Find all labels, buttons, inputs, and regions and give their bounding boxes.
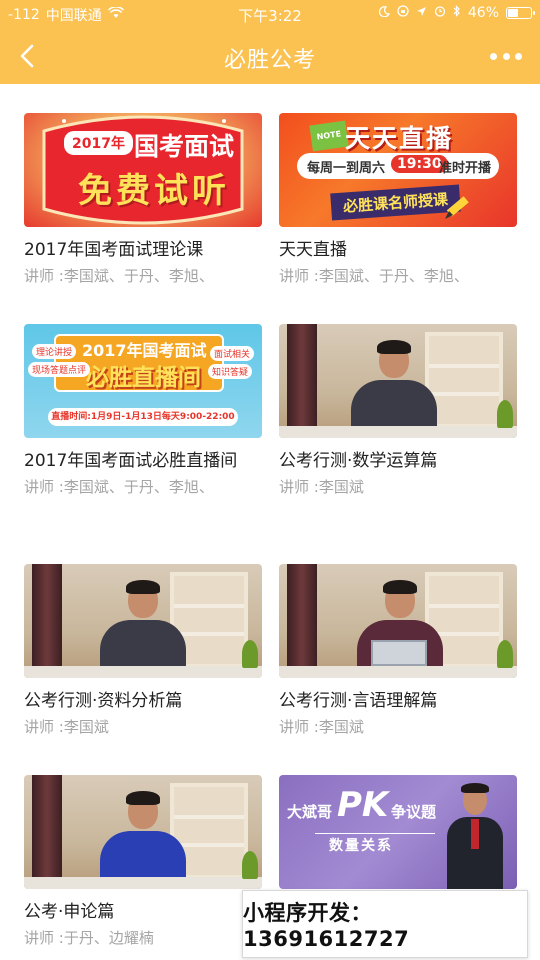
battery-icon <box>506 7 535 19</box>
battery-percent: 46% <box>467 5 499 21</box>
banner-tag: 面试相关 <box>209 346 254 361</box>
course-card[interactable]: 2017年国考面试 必胜直播间 理论讲授 现场答题点评 面试相关 知识答疑 直播… <box>24 324 262 498</box>
banner-text: PK <box>337 785 389 825</box>
course-thumbnail[interactable]: 2017年国考面试 必胜直播间 理论讲授 现场答题点评 面试相关 知识答疑 直播… <box>24 324 262 438</box>
page-title: 必胜公考 <box>223 48 316 73</box>
banner-tag: 知识答疑 <box>207 364 252 379</box>
course-teacher: 讲师 :于丹、边耀楠 <box>24 929 154 947</box>
course-teacher: 讲师 :李国斌、于丹、李旭、 <box>279 267 469 285</box>
course-card[interactable]: 大斌哥 PK 争议题 数量关系 <box>279 775 517 889</box>
banner-text: 国考面试 <box>134 132 235 161</box>
course-card[interactable]: NOTE 天天直播 每周一到周六 19:30 准时开播 必胜课名师授课 天天直播… <box>279 113 517 287</box>
banner-text: 大斌哥 <box>287 803 333 821</box>
banner-text: 争议题 <box>391 803 437 821</box>
course-card[interactable]: 2017年 国考面试 免费试听 2017年国考面试理论课 讲师 :李国斌、于丹、… <box>24 113 262 287</box>
course-thumbnail[interactable] <box>24 564 262 678</box>
dot-icon <box>490 52 497 60</box>
course-title[interactable]: 公考·申论篇 <box>24 899 262 925</box>
location-icon <box>416 5 427 21</box>
banner-note-tag: NOTE <box>309 120 349 152</box>
course-title[interactable]: 2017年国考面试理论课 <box>24 237 262 263</box>
course-title[interactable]: 天天直播 <box>279 237 517 263</box>
banner-tag: 理论讲授 <box>32 344 77 359</box>
course-teacher: 讲师 :李国斌、于丹、李旭、 <box>24 478 214 496</box>
banner-text: 天天直播 <box>345 124 454 153</box>
banner-tag: 现场答题点评 <box>28 362 91 377</box>
pencil-icon <box>445 196 469 219</box>
bluetooth-icon <box>453 5 461 21</box>
alarm-icon <box>434 5 446 21</box>
banner-text: 准时开播 <box>439 161 492 176</box>
contact-watermark: 小程序开发：13691612727 <box>242 890 528 958</box>
course-card[interactable]: 公考行测·言语理解篇 讲师 :李国斌 <box>279 564 517 738</box>
top-header: -112 中国联通 下午3:22 46% 必胜公考 <box>0 0 540 84</box>
banner-text: 数量关系 <box>329 838 393 854</box>
course-thumbnail[interactable] <box>279 564 517 678</box>
moon-icon <box>378 5 390 21</box>
course-card[interactable]: 公考行测·数学运算篇 讲师 :李国斌 <box>279 324 517 498</box>
course-card[interactable]: 公考行测·资料分析篇 讲师 :李国斌 <box>24 564 262 738</box>
course-title[interactable]: 公考行测·资料分析篇 <box>24 688 262 714</box>
status-bar: -112 中国联通 下午3:22 46% <box>0 0 540 28</box>
course-thumbnail[interactable]: 2017年 国考面试 免费试听 <box>24 113 262 227</box>
course-thumbnail[interactable]: NOTE 天天直播 每周一到周六 19:30 准时开播 必胜课名师授课 <box>279 113 517 227</box>
course-title[interactable]: 公考行测·言语理解篇 <box>279 688 517 714</box>
course-title[interactable]: 2017年国考面试必胜直播间 <box>24 448 262 474</box>
course-title[interactable]: 公考行测·数学运算篇 <box>279 448 517 474</box>
course-thumbnail[interactable] <box>279 324 517 438</box>
more-options-button[interactable] <box>490 44 522 68</box>
banner-text: 必胜课名师授课 <box>330 184 461 221</box>
nav-bar: 必胜公考 <box>0 28 540 84</box>
banner-badge: 2017年 <box>64 131 133 155</box>
banner-text: 必胜直播间 <box>86 365 201 391</box>
banner-date: 直播时间:1月9日-1月13日每天9:00-22:00 <box>48 408 238 426</box>
course-thumbnail[interactable] <box>24 775 262 889</box>
course-teacher: 讲师 :李国斌、于丹、李旭、 <box>24 267 214 285</box>
rotation-lock-icon <box>397 5 409 21</box>
banner-text: 免费试听 <box>78 171 230 211</box>
course-card[interactable]: 公考·申论篇 讲师 :于丹、边耀楠 <box>24 775 262 949</box>
course-teacher: 讲师 :李国斌 <box>24 718 109 736</box>
course-teacher: 讲师 :李国斌 <box>279 478 364 496</box>
course-teacher: 讲师 :李国斌 <box>279 718 364 736</box>
dot-icon <box>515 52 522 60</box>
dot-icon <box>502 52 510 60</box>
course-thumbnail[interactable]: 大斌哥 PK 争议题 数量关系 <box>279 775 517 889</box>
banner-text: 每周一到周六 <box>307 161 386 176</box>
